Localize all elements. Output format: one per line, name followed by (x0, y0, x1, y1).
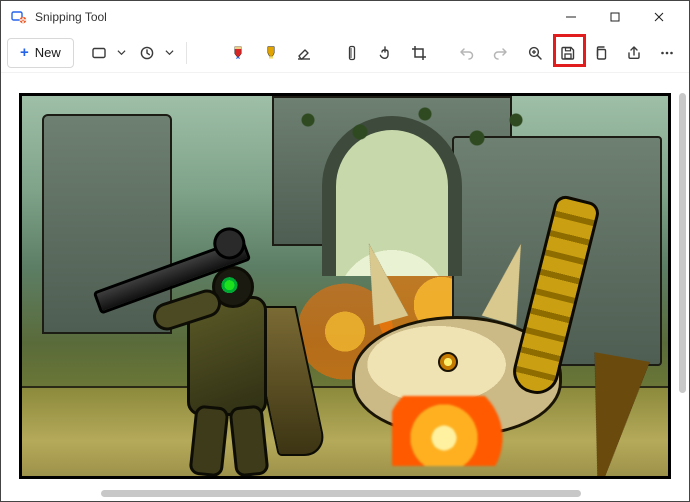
minimize-button[interactable] (549, 2, 593, 32)
maximize-button[interactable] (593, 2, 637, 32)
vertical-scrollbar[interactable] (679, 93, 686, 393)
window-title: Snipping Tool (35, 10, 107, 24)
more-button[interactable] (652, 38, 683, 68)
pen-button[interactable] (222, 38, 253, 68)
ruler-button[interactable] (337, 38, 368, 68)
clock-icon[interactable] (132, 38, 162, 68)
app-icon (11, 9, 27, 25)
delay-split[interactable] (132, 38, 178, 68)
redo-button[interactable] (484, 38, 515, 68)
screenshot-content[interactable] (19, 93, 671, 479)
zoom-button[interactable] (519, 38, 550, 68)
warrior-figure (132, 226, 312, 466)
canvas-area (1, 75, 689, 501)
eraser-button[interactable] (289, 38, 320, 68)
delay-caret[interactable] (162, 38, 178, 68)
touch-write-button[interactable] (370, 38, 401, 68)
snip-mode-split[interactable] (84, 38, 130, 68)
share-button[interactable] (619, 38, 650, 68)
snip-mode-caret[interactable] (114, 38, 130, 68)
title-bar: Snipping Tool (1, 1, 689, 33)
toolbar-divider (186, 42, 187, 64)
undo-button[interactable] (451, 38, 482, 68)
save-button[interactable] (552, 38, 583, 68)
highlighter-button[interactable] (256, 38, 287, 68)
copy-button[interactable] (586, 38, 617, 68)
toolbar: + New (1, 33, 689, 73)
new-button[interactable]: + New (7, 38, 74, 68)
new-button-label: New (35, 45, 61, 60)
crop-button[interactable] (403, 38, 434, 68)
rect-snip-icon[interactable] (84, 38, 114, 68)
close-button[interactable] (637, 2, 681, 32)
horizontal-scrollbar[interactable] (101, 490, 581, 497)
